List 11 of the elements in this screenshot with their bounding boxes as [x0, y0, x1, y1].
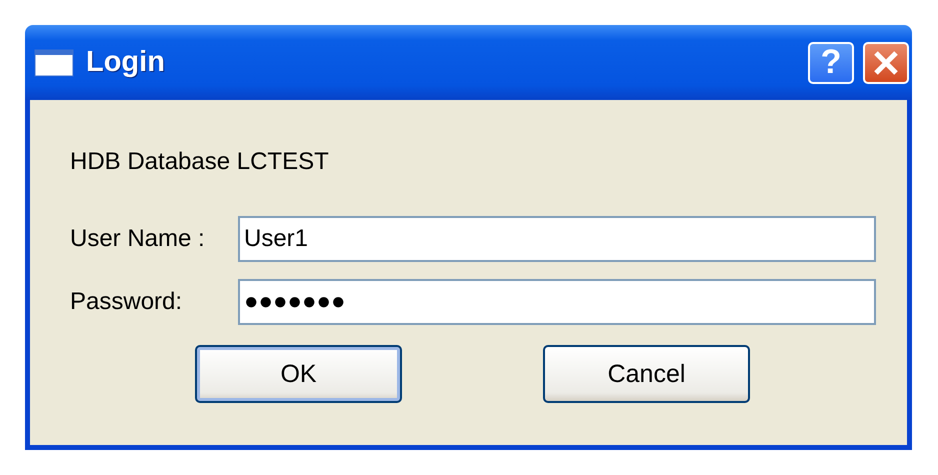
window-title: Login — [86, 46, 166, 79]
ok-button[interactable]: OK — [195, 345, 402, 403]
field-label: Password: — [70, 288, 184, 316]
username-field[interactable]: User1 — [238, 216, 876, 262]
password-field[interactable]: ●●●●●●● — [238, 279, 876, 325]
database-label: HDB Database LCTEST — [70, 148, 330, 176]
window-icon — [34, 48, 74, 76]
close-button[interactable] — [863, 42, 909, 84]
field-label: User Name : — [70, 225, 206, 253]
close-icon — [873, 50, 899, 76]
cancel-button[interactable]: Cancel — [543, 345, 750, 403]
